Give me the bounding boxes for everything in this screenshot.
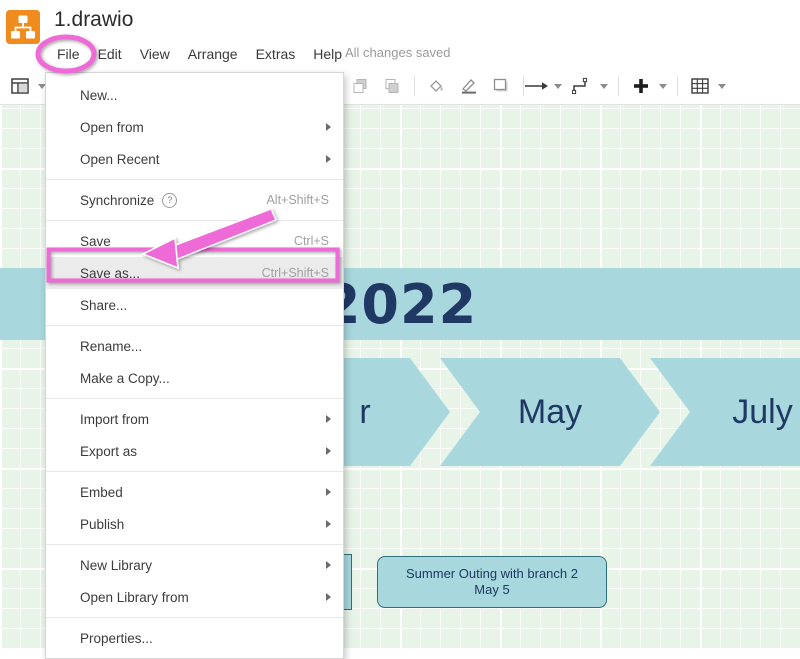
menu-item-label: Open Library from — [80, 589, 189, 605]
submenu-arrow-icon — [326, 155, 331, 163]
menu-separator — [46, 471, 343, 472]
menu-bar: File Edit View Arrange Extras Help — [48, 43, 351, 65]
menu-item-open-library-from[interactable]: Open Library from — [46, 581, 343, 613]
menu-item-new[interactable]: New... — [46, 79, 343, 111]
menu-separator — [46, 220, 343, 221]
to-front-icon[interactable] — [347, 73, 373, 99]
menu-item-save[interactable]: Save Ctrl+S — [46, 225, 343, 257]
menu-arrange[interactable]: Arrange — [179, 43, 247, 65]
menu-item-label: Rename... — [80, 338, 143, 354]
submenu-arrow-icon — [326, 123, 331, 131]
menu-item-import-from[interactable]: Import from — [46, 403, 343, 435]
title-bar: 1.drawio File Edit View Arrange Extras H… — [0, 0, 800, 68]
menu-item-label: Import from — [80, 411, 150, 427]
waypoints-arrow-icon[interactable] — [523, 73, 549, 99]
menu-item-embed[interactable]: Embed — [46, 476, 343, 508]
menu-item-make-a-copy[interactable]: Make a Copy... — [46, 362, 343, 394]
menu-item-label: New... — [80, 87, 118, 103]
toolbar-divider — [414, 76, 415, 96]
menu-item-shortcut: Ctrl+Shift+S — [261, 266, 329, 280]
menu-separator — [46, 398, 343, 399]
submenu-arrow-icon — [326, 520, 331, 528]
timeline-chevron-july[interactable]: July — [650, 358, 800, 466]
fill-color-icon[interactable] — [424, 73, 450, 99]
save-status-label: All changes saved — [345, 45, 451, 60]
menu-item-label: Open from — [80, 119, 144, 135]
menu-item-share[interactable]: Share... — [46, 289, 343, 321]
menu-separator — [46, 617, 343, 618]
line-color-icon[interactable] — [456, 73, 482, 99]
menu-separator — [46, 325, 343, 326]
submenu-arrow-icon — [326, 593, 331, 601]
timeline-event-date: May 5 — [474, 582, 510, 597]
table-grid-icon[interactable] — [687, 73, 713, 99]
insert-plus-icon[interactable] — [628, 73, 654, 99]
timeline-event-box[interactable]: Summer Outing with branch 2 May 5 — [377, 556, 607, 608]
menu-item-label: Synchronize — [80, 192, 155, 208]
menu-file[interactable]: File — [48, 43, 89, 65]
to-back-icon[interactable] — [379, 73, 405, 99]
submenu-arrow-icon — [326, 488, 331, 496]
menu-item-synchronize[interactable]: Synchronize ? Alt+Shift+S — [46, 184, 343, 216]
menu-item-open-recent[interactable]: Open Recent — [46, 143, 343, 175]
waypoints-chevron-down-icon[interactable] — [554, 83, 562, 89]
shadow-icon[interactable] — [488, 73, 514, 99]
menu-item-rename[interactable]: Rename... — [46, 330, 343, 362]
menu-separator — [46, 179, 343, 180]
menu-extras[interactable]: Extras — [247, 43, 305, 65]
layout-panel-icon[interactable] — [7, 73, 33, 99]
menu-separator — [46, 544, 343, 545]
menu-item-export-as[interactable]: Export as — [46, 435, 343, 467]
menu-item-label: Open Recent — [80, 151, 160, 167]
menu-item-save-as[interactable]: Save as... Ctrl+Shift+S — [46, 257, 343, 289]
menu-item-new-library[interactable]: New Library — [46, 549, 343, 581]
timeline-chevron-may[interactable]: May — [440, 358, 660, 466]
insert-chevron-down-icon[interactable] — [659, 83, 667, 89]
submenu-arrow-icon — [326, 447, 331, 455]
menu-view[interactable]: View — [131, 43, 179, 65]
menu-edit[interactable]: Edit — [89, 43, 131, 65]
help-circle-icon[interactable]: ? — [162, 192, 178, 208]
drawio-logo-icon — [6, 10, 40, 44]
menu-item-properties[interactable]: Properties... — [46, 622, 343, 654]
menu-item-label: New Library — [80, 557, 153, 573]
menu-item-label: Embed — [80, 484, 123, 500]
menu-item-label: Save as... — [80, 265, 141, 281]
menu-item-open-from[interactable]: Open from — [46, 111, 343, 143]
menu-item-publish[interactable]: Publish — [46, 508, 343, 540]
menu-item-label: Export as — [80, 443, 138, 459]
menu-item-shortcut: Alt+Shift+S — [266, 193, 329, 207]
timeline-event-title: Summer Outing with branch 2 — [406, 565, 578, 581]
toolbar-divider — [618, 76, 619, 96]
connection-chevron-down-icon[interactable] — [600, 83, 608, 89]
connection-elbow-icon[interactable] — [569, 73, 595, 99]
document-title: 1.drawio — [54, 8, 134, 31]
submenu-arrow-icon — [326, 415, 331, 423]
menu-item-label: Properties... — [80, 630, 153, 646]
menu-item-label: Publish — [80, 516, 125, 532]
file-dropdown-menu[interactable]: New... Open from Open Recent Synchronize… — [45, 72, 344, 659]
table-chevron-down-icon[interactable] — [718, 83, 726, 89]
menu-item-label: Share... — [80, 297, 128, 313]
menu-item-shortcut: Ctrl+S — [293, 234, 329, 248]
submenu-arrow-icon — [326, 561, 331, 569]
menu-item-label: Make a Copy... — [80, 370, 170, 386]
toolbar-divider — [677, 76, 678, 96]
menu-item-label: Save — [80, 233, 111, 249]
